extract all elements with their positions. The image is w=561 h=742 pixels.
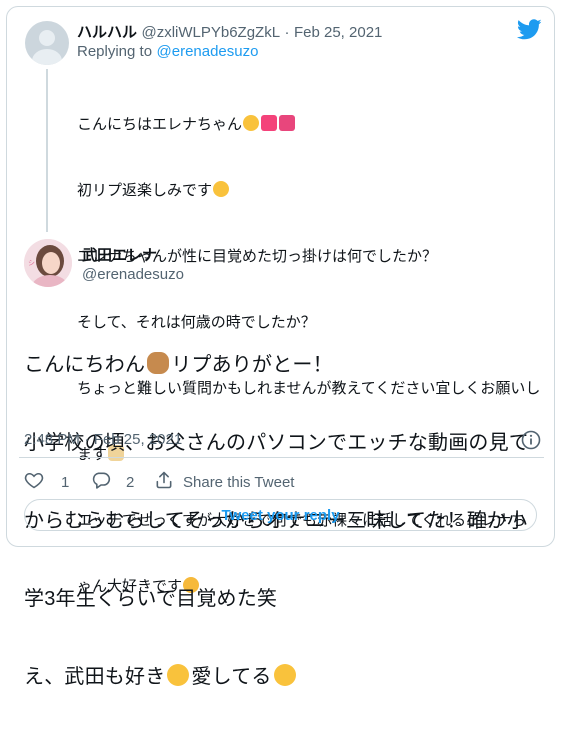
twitter-bird-icon[interactable] (516, 19, 542, 45)
parent-line: こんにちはエレナちゃん (77, 114, 540, 136)
main-avatar[interactable]: シ (24, 239, 72, 287)
replying-handle-link[interactable]: @erenadesuzo (157, 43, 259, 60)
main-line: え、武田も好き 愛してる (24, 664, 529, 690)
parent-avatar[interactable] (25, 21, 69, 65)
main-name[interactable]: 武田エレナ (82, 244, 157, 265)
tweet-your-reply-button[interactable]: Tweet your reply (24, 499, 537, 531)
like-action[interactable]: 1 (24, 470, 69, 494)
share-label: Share this Tweet (183, 473, 295, 491)
share-action[interactable]: Share this Tweet (154, 470, 294, 494)
parent-handle[interactable]: @zxliWLPYb6ZgZkL (141, 24, 280, 41)
tweet-time[interactable]: 2:48 PM (24, 431, 80, 448)
tweet-card: ハルハル @zxliWLPYb6ZgZkL · Feb 25, 2021 Rep… (6, 6, 555, 688)
separator-dot: · (84, 431, 90, 448)
tweet-timestamp: 2:48 PM · Feb 25, 2021 (24, 431, 182, 449)
tweet-date[interactable]: Feb 25, 2021 (94, 431, 182, 448)
info-icon[interactable] (521, 430, 541, 455)
replying-label: Replying to (77, 43, 153, 60)
blushing-face-emoji (213, 181, 230, 197)
rolling-eyes-emoji (273, 664, 296, 686)
smiling-face-emoji (243, 115, 260, 131)
hearts-emoji (261, 115, 278, 131)
svg-text:シ: シ (28, 259, 35, 267)
main-line: こんにちわん リプありがとー！ (24, 352, 333, 376)
heart-arrow-emoji (279, 115, 296, 131)
reply-action[interactable]: 2 (91, 470, 134, 494)
dog-face-emoji (147, 352, 170, 374)
comment-icon[interactable] (91, 470, 111, 494)
main-line: 学3年生くらいで目覚めた笑 (24, 588, 278, 610)
rolling-eyes-emoji (167, 664, 190, 686)
parent-header: ハルハル @zxliWLPYb6ZgZkL · Feb 25, 2021 (77, 21, 382, 42)
thread-line (46, 69, 48, 232)
main-handle[interactable]: @erenadesuzo (82, 266, 184, 283)
heart-icon[interactable] (24, 470, 44, 494)
parent-date[interactable]: Feb 25, 2021 (294, 24, 382, 41)
share-icon[interactable] (154, 470, 174, 494)
parent-name[interactable]: ハルハル (77, 24, 137, 41)
divider (19, 457, 544, 458)
replying-to: Replying to @erenadesuzo (77, 43, 258, 61)
parent-line: 初リプ返楽しみです (77, 180, 540, 202)
like-count: 1 (61, 473, 70, 491)
separator-dot: · (284, 24, 290, 41)
reply-count: 2 (126, 473, 135, 491)
